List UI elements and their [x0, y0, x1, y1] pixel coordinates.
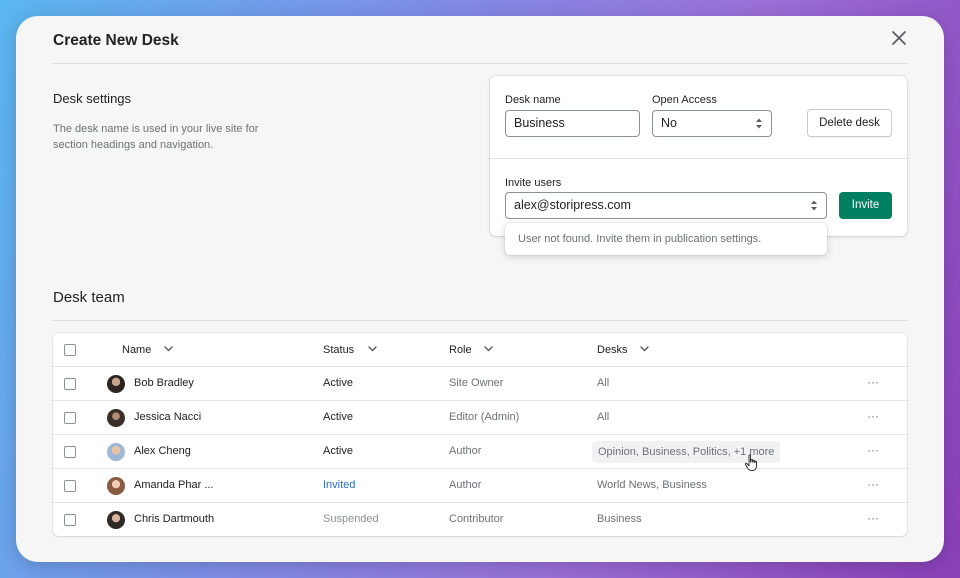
invite-button[interactable]: Invite	[839, 192, 892, 219]
avatar	[107, 511, 125, 529]
desk-team-heading: Desk team	[53, 289, 125, 306]
column-header-desks[interactable]: Desks	[597, 344, 628, 356]
create-desk-dialog: Create New Desk Desk settings The desk n…	[16, 16, 944, 562]
table-row[interactable]: Alex Cheng Active Author Opinion, Busine…	[53, 435, 907, 469]
invite-users-input[interactable]: alex@storipress.com	[505, 192, 827, 219]
user-role: Author	[449, 479, 482, 491]
user-status: Invited	[323, 479, 356, 491]
chevron-down-icon[interactable]	[368, 346, 377, 352]
table-row[interactable]: Bob Bradley Active Site Owner All ···	[53, 367, 907, 401]
user-status: Active	[323, 411, 353, 423]
desk-settings-description: The desk name is used in your live site …	[53, 123, 259, 151]
row-checkbox[interactable]	[64, 514, 76, 526]
user-role: Site Owner	[449, 377, 504, 389]
delete-desk-button[interactable]: Delete desk	[807, 109, 892, 137]
user-name: Jessica Nacci	[134, 411, 202, 423]
more-actions-button[interactable]: ···	[867, 443, 879, 457]
row-checkbox[interactable]	[64, 412, 76, 424]
close-icon	[892, 31, 906, 45]
desk-settings-card: Desk name Business Open Access No Delete…	[490, 76, 907, 236]
table-header: Name Status Role Desks	[53, 333, 907, 367]
open-access-label: Open Access	[652, 94, 717, 106]
user-name: Bob Bradley	[134, 377, 194, 389]
chevron-down-icon[interactable]	[484, 346, 493, 352]
more-actions-button[interactable]: ···	[867, 477, 879, 491]
desk-name-label: Desk name	[505, 94, 561, 106]
more-actions-button[interactable]: ···	[867, 409, 879, 423]
row-checkbox[interactable]	[64, 378, 76, 390]
avatar	[107, 375, 125, 393]
user-status: Suspended	[323, 513, 379, 525]
user-not-found-popover: User not found. Invite them in publicati…	[505, 223, 827, 255]
column-header-status[interactable]: Status	[323, 344, 354, 356]
user-desks: All	[597, 377, 610, 389]
dialog-header: Create New Desk	[53, 16, 908, 64]
select-arrows-icon	[811, 200, 817, 211]
table-row[interactable]: Jessica Nacci Active Editor (Admin) All …	[53, 401, 907, 435]
section-divider	[53, 320, 908, 321]
open-access-select[interactable]: No	[652, 110, 772, 137]
table-row[interactable]: Amanda Phar ... Invited Author World New…	[53, 469, 907, 503]
hand-pointer-icon	[744, 454, 757, 471]
user-desks: World News, Business	[597, 479, 707, 491]
select-all-checkbox[interactable]	[64, 344, 76, 356]
user-name: Alex Cheng	[134, 445, 191, 457]
dialog-title: Create New Desk	[53, 32, 179, 49]
column-header-role[interactable]: Role	[449, 344, 472, 356]
more-actions-button[interactable]: ···	[867, 511, 879, 525]
avatar	[107, 443, 125, 461]
close-button[interactable]	[890, 29, 908, 47]
more-actions-button[interactable]: ···	[867, 375, 879, 389]
chevron-down-icon[interactable]	[640, 346, 649, 352]
card-divider	[490, 158, 907, 159]
user-role: Editor (Admin)	[449, 411, 520, 423]
user-name: Chris Dartmouth	[134, 513, 215, 525]
desk-name-input[interactable]: Business	[505, 110, 640, 137]
desk-team-table: Name Status Role Desks Bob Bradley Activ…	[53, 333, 907, 536]
chevron-down-icon[interactable]	[164, 346, 173, 352]
avatar	[107, 409, 125, 427]
invite-users-value: alex@storipress.com	[514, 198, 631, 212]
user-role: Contributor	[449, 513, 504, 525]
user-desks: All	[597, 411, 610, 423]
column-header-name[interactable]: Name	[122, 344, 151, 356]
open-access-value: No	[661, 116, 677, 130]
table-row[interactable]: Chris Dartmouth Suspended Contributor Bu…	[53, 503, 907, 536]
row-checkbox[interactable]	[64, 446, 76, 458]
desk-settings-heading: Desk settings	[53, 91, 132, 106]
user-role: Author	[449, 445, 482, 457]
select-arrows-icon	[756, 118, 762, 129]
avatar	[107, 477, 125, 495]
row-checkbox[interactable]	[64, 480, 76, 492]
user-desks: Business	[597, 513, 642, 525]
invite-users-label: Invite users	[505, 177, 562, 189]
user-status: Active	[323, 377, 353, 389]
user-name: Amanda Phar ...	[134, 479, 214, 491]
user-status: Active	[323, 445, 353, 457]
